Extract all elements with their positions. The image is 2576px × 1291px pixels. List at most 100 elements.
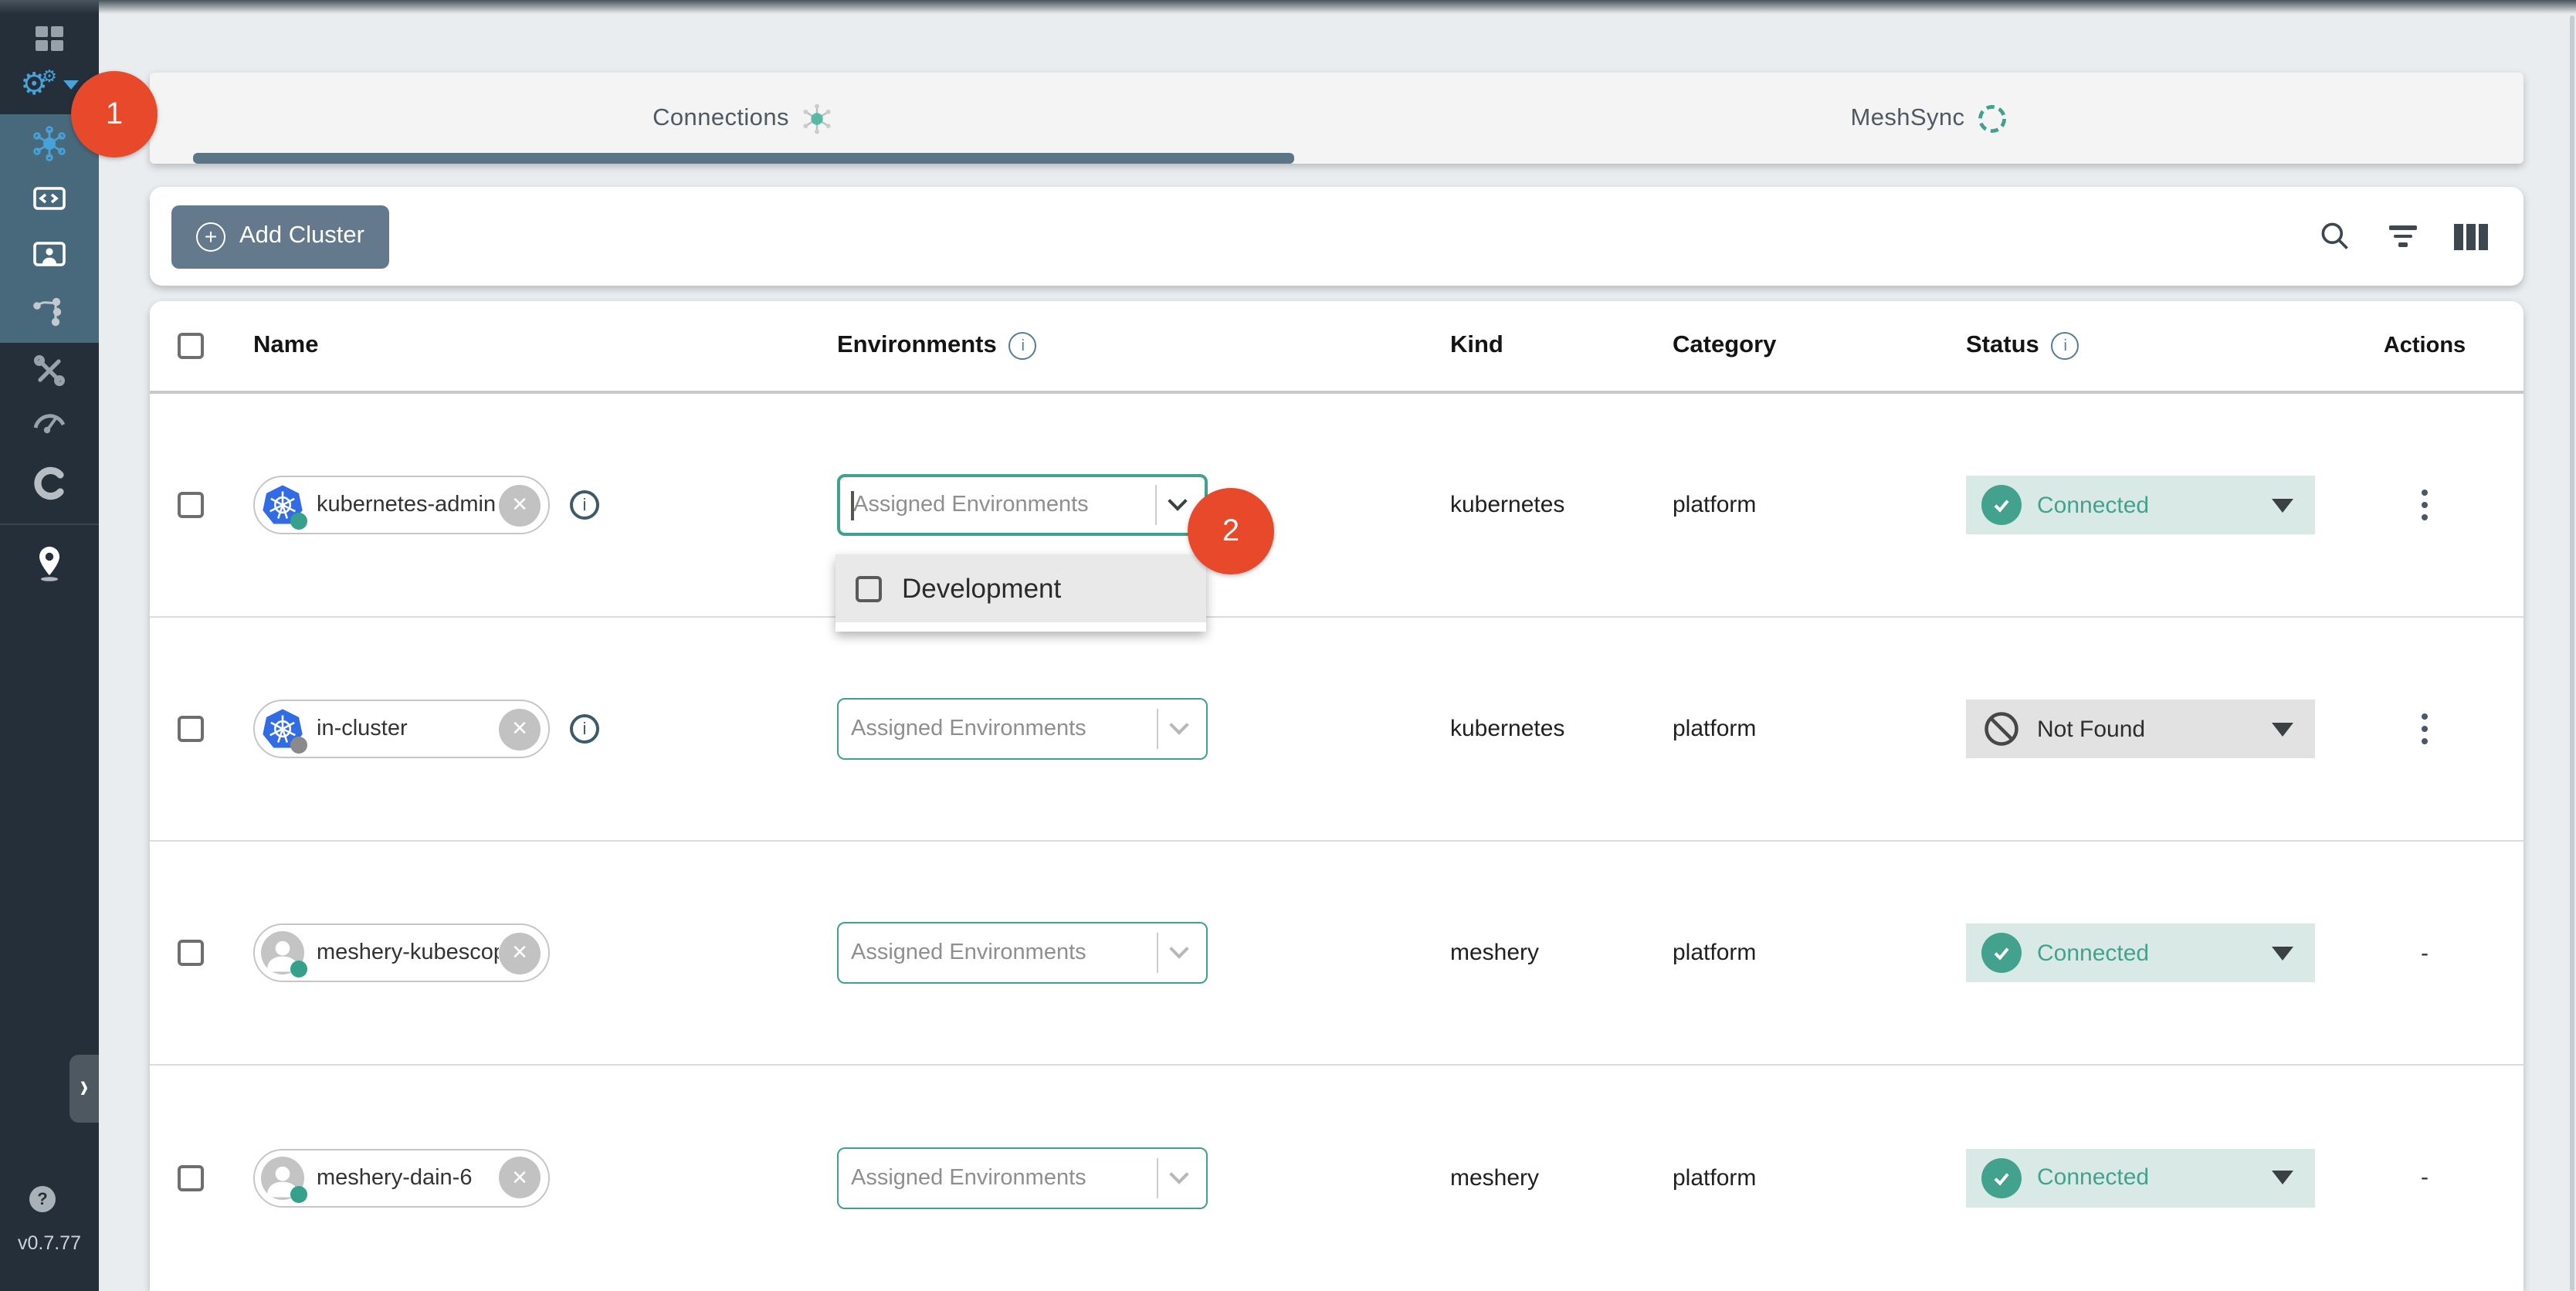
sidebar-expand-button[interactable]: › bbox=[69, 1055, 99, 1123]
kebab-menu-icon[interactable] bbox=[2415, 483, 2435, 527]
status-select[interactable]: Connected bbox=[1966, 476, 2315, 534]
environments-select[interactable]: Assigned Environments bbox=[837, 1147, 1208, 1208]
select-divider bbox=[1156, 1157, 1158, 1198]
sidebar: ⚙ ⚙ bbox=[0, 0, 99, 1291]
table-row: in-cluster × i Assigned Environments kub… bbox=[150, 618, 2523, 842]
remove-connection-icon[interactable]: × bbox=[499, 484, 541, 526]
select-divider bbox=[1156, 709, 1158, 749]
connection-chip[interactable]: meshery-dain-6 × bbox=[253, 1148, 550, 1207]
row-checkbox[interactable] bbox=[178, 716, 204, 742]
sidebar-item-workspaces[interactable] bbox=[0, 229, 99, 281]
connections-table: Name Environments i Kind Category Status… bbox=[150, 301, 2523, 1291]
add-cluster-button[interactable]: + Add Cluster bbox=[171, 205, 389, 268]
avatar-icon bbox=[261, 1156, 304, 1199]
info-icon[interactable]: i bbox=[1009, 332, 1037, 360]
kind-value: meshery bbox=[1450, 940, 1539, 966]
row-checkbox[interactable] bbox=[178, 1164, 204, 1191]
dropdown-option-development[interactable]: Development bbox=[836, 554, 1206, 622]
kind-value: kubernetes bbox=[1450, 492, 1564, 518]
remove-connection-icon[interactable]: × bbox=[499, 1157, 541, 1198]
option-checkbox[interactable] bbox=[856, 575, 882, 601]
filter-button[interactable] bbox=[2384, 218, 2422, 255]
kubernetes-icon bbox=[261, 707, 304, 751]
category-value: platform bbox=[1673, 1164, 1756, 1191]
sidebar-item-designs[interactable] bbox=[0, 286, 99, 338]
tab-connections[interactable]: Connections bbox=[150, 73, 1337, 164]
remove-connection-icon[interactable]: × bbox=[499, 708, 541, 750]
chevron-down-icon bbox=[63, 80, 79, 90]
check-circle-icon bbox=[1981, 933, 2022, 973]
search-icon bbox=[2318, 219, 2352, 253]
column-header-name[interactable]: Name bbox=[253, 332, 318, 360]
table-header-row: Name Environments i Kind Category Status… bbox=[150, 301, 2523, 394]
environments-select[interactable]: Assigned Environments bbox=[837, 474, 1208, 536]
sidebar-item-performance[interactable] bbox=[0, 395, 99, 448]
chevron-down-icon[interactable] bbox=[1169, 939, 1188, 958]
meshsync-spinner-icon bbox=[1975, 101, 2009, 135]
category-value: platform bbox=[1673, 940, 1756, 966]
status-dot bbox=[290, 513, 307, 530]
help-button[interactable]: ? bbox=[29, 1186, 56, 1212]
connection-name: kubernetes-admin… bbox=[317, 493, 499, 517]
connection-chip[interactable]: kubernetes-admin… × bbox=[253, 476, 550, 534]
info-icon[interactable]: i bbox=[570, 714, 599, 744]
avatar-icon bbox=[261, 931, 304, 974]
status-label: Not Found bbox=[2037, 716, 2272, 742]
connection-chip[interactable]: in-cluster × bbox=[253, 700, 550, 758]
step-badge-2: 2 bbox=[1188, 488, 1274, 574]
table-toolbar: + Add Cluster bbox=[150, 187, 2523, 286]
view-columns-button[interactable] bbox=[2452, 218, 2490, 255]
environments-select[interactable]: Assigned Environments bbox=[837, 922, 1208, 984]
chevron-down-icon[interactable] bbox=[1169, 715, 1188, 734]
add-cluster-label: Add Cluster bbox=[239, 222, 364, 250]
vertical-scrollbar[interactable] bbox=[2570, 15, 2574, 1291]
search-button[interactable] bbox=[2317, 218, 2354, 255]
screen-person-icon bbox=[31, 236, 68, 273]
table-row: meshery-dain-6 × Assigned Environments m… bbox=[150, 1066, 2523, 1289]
code-screen-icon bbox=[31, 181, 68, 218]
connections-mesh-icon bbox=[31, 125, 68, 162]
row-checkbox[interactable] bbox=[178, 940, 204, 966]
connection-chip[interactable]: meshery-kubescop… × bbox=[253, 923, 550, 982]
environments-select[interactable]: Assigned Environments bbox=[837, 698, 1208, 760]
column-header-status[interactable]: Status i bbox=[1966, 332, 2079, 360]
tab-connections-label: Connections bbox=[652, 104, 789, 132]
row-checkbox[interactable] bbox=[178, 492, 204, 518]
column-header-actions: Actions bbox=[2358, 334, 2491, 358]
chevron-down-icon[interactable] bbox=[1169, 1164, 1188, 1183]
kebab-menu-icon[interactable] bbox=[2415, 707, 2435, 751]
status-select[interactable]: Not Found bbox=[1966, 700, 2315, 758]
sidebar-item-getting-started[interactable] bbox=[0, 537, 99, 590]
column-header-category[interactable]: Category bbox=[1673, 332, 1776, 360]
chevron-down-icon[interactable] bbox=[1168, 491, 1187, 510]
status-dot bbox=[290, 961, 307, 978]
status-select[interactable]: Connected bbox=[1966, 1148, 2315, 1207]
status-select[interactable]: Connected bbox=[1966, 923, 2315, 982]
info-icon[interactable]: i bbox=[570, 490, 599, 520]
environments-dropdown-menu: Development bbox=[836, 554, 1206, 632]
actions-cell bbox=[2358, 618, 2491, 840]
caret-down-icon bbox=[2272, 498, 2293, 512]
environments-placeholder: Assigned Environments bbox=[851, 1165, 1156, 1190]
columns-icon bbox=[2455, 223, 2488, 249]
sidebar-item-configuration[interactable] bbox=[0, 344, 99, 397]
select-all-checkbox[interactable] bbox=[178, 333, 204, 359]
sidebar-item-adapters[interactable] bbox=[0, 173, 99, 225]
caret-down-icon bbox=[2272, 1171, 2293, 1184]
crossed-wrenches-icon bbox=[31, 352, 68, 389]
sidebar-item-dashboard[interactable] bbox=[0, 12, 99, 65]
step-badge-1: 1 bbox=[71, 71, 158, 158]
info-icon[interactable]: i bbox=[2052, 332, 2079, 360]
connection-name: meshery-kubescop… bbox=[317, 940, 499, 965]
kind-value: meshery bbox=[1450, 1164, 1539, 1191]
remove-connection-icon[interactable]: × bbox=[499, 932, 541, 974]
nodes-graph-icon bbox=[31, 293, 68, 330]
select-divider bbox=[1154, 485, 1157, 525]
actions-cell: - bbox=[2358, 1066, 2491, 1289]
app-version: v0.7.77 bbox=[0, 1232, 99, 1254]
sidebar-item-extensions[interactable] bbox=[0, 457, 99, 510]
chevron-right-icon: › bbox=[80, 1069, 89, 1108]
column-header-kind[interactable]: Kind bbox=[1450, 332, 1503, 360]
tab-meshsync[interactable]: MeshSync bbox=[1337, 73, 2523, 164]
column-header-environments[interactable]: Environments i bbox=[837, 332, 1037, 360]
